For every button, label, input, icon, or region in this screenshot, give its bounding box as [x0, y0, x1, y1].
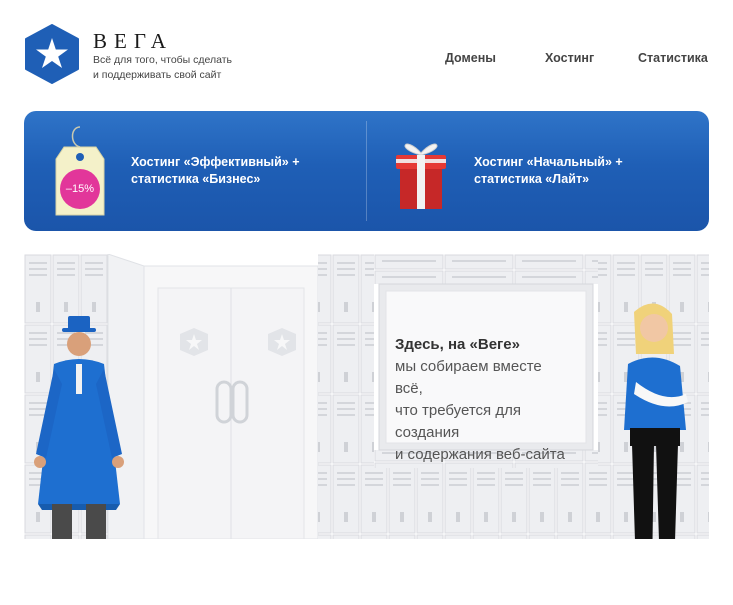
promo-divider — [366, 121, 367, 221]
promo-banner: –15% Хостинг «Эффективный» + статистика … — [24, 111, 709, 231]
gift-box-icon[interactable] — [391, 129, 451, 211]
server-room-illustration — [24, 254, 709, 539]
tagline-line-2: и поддерживать свой сайт — [93, 69, 222, 81]
hero-line-4: и содержания веб-сайта — [395, 446, 565, 463]
offer-2-line-2: статистика «Лайт» — [474, 172, 590, 186]
nav-domains[interactable]: Домены — [445, 51, 496, 65]
nav-stats[interactable]: Статистика — [638, 51, 708, 65]
hero-line-2: мы собираем вместе всё, — [395, 358, 542, 397]
offer-link-effective[interactable]: Хостинг «Эффективный» + статистика «Бизн… — [131, 154, 300, 188]
hero-message: Здесь, на «Веге» мы собираем вместе всё,… — [395, 334, 565, 466]
discount-badge: –15% — [60, 169, 100, 209]
tagline: Всё для того, чтобы сделать и поддержива… — [93, 53, 263, 83]
logo-star-hexagon-icon[interactable] — [24, 24, 80, 84]
brand-name: ВЕГА — [93, 29, 173, 53]
tagline-line-1: Всё для того, чтобы сделать — [93, 54, 233, 66]
hero-lead: Здесь, на «Веге» — [395, 336, 520, 353]
offer-1-line-2: статистика «Бизнес» — [131, 172, 261, 186]
offer-link-starter[interactable]: Хостинг «Начальный» + статистика «Лайт» — [474, 154, 623, 188]
offer-2-line-1: Хостинг «Начальный» + — [474, 155, 623, 169]
hero-line-3: что требуется для создания — [395, 402, 521, 441]
nav-hosting[interactable]: Хостинг — [545, 51, 594, 65]
hero-illustration — [24, 254, 709, 539]
offer-1-line-1: Хостинг «Эффективный» + — [131, 155, 300, 169]
